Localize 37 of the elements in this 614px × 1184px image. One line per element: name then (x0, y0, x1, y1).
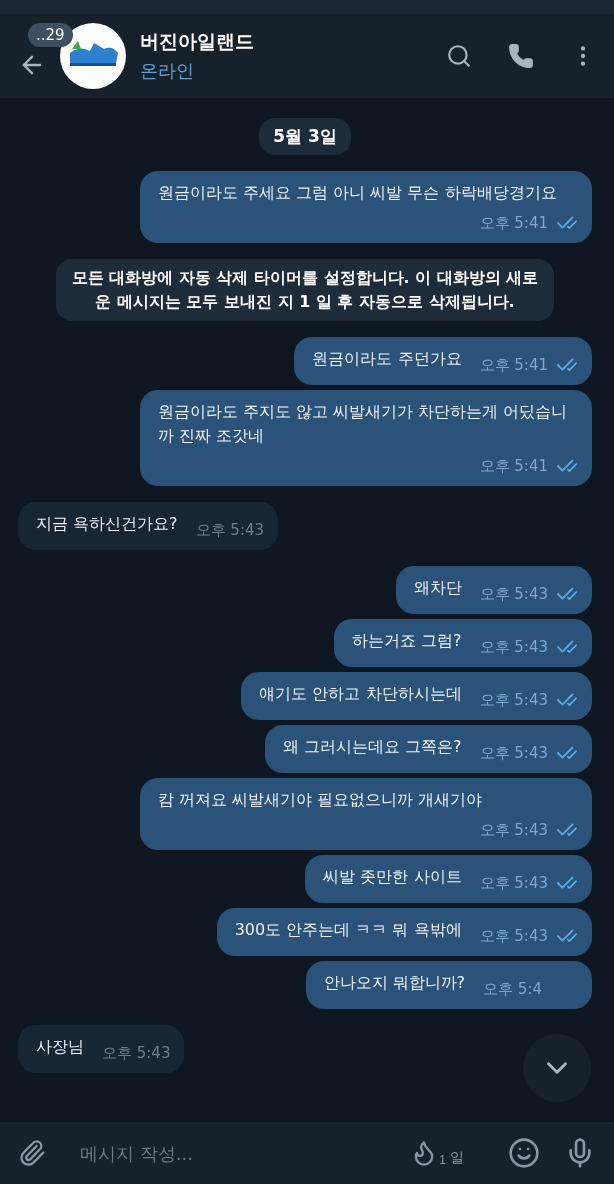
message-time: 오후 5:43 (102, 1043, 171, 1064)
message-text: 씨발 좃만한 사이트 (323, 866, 462, 888)
unread-badge: ..29 (28, 23, 73, 47)
message-text: 왜 그러시는데요 그쪽은? (282, 736, 462, 758)
chat-title: 버진아일랜드 (140, 29, 255, 54)
message-time: 오후 5:43 (479, 743, 548, 764)
message-time: 오후 5:43 (479, 873, 548, 894)
message-text: 300도 안주는데 ㅋㅋ 뭐 욕밖에 (234, 919, 462, 941)
message-time: 오후 5:4 (483, 979, 542, 1000)
message-input[interactable]: 메시지 작성... (78, 1141, 397, 1165)
self-destruct-timer-button[interactable]: 1 일 (410, 1139, 464, 1167)
message-text: 원금이라도 주던가요 (312, 348, 462, 370)
message-text: 원금이라도 주세요 그럼 아니 씨발 무슨 하락배당경기요 (158, 182, 557, 204)
message-time: 오후 5:43 (479, 690, 548, 711)
message-text: 지금 욕하신건가요? (36, 513, 178, 535)
online-status: 온라인 (140, 59, 195, 83)
emoji-icon[interactable] (508, 1137, 540, 1169)
message-time: 오후 5:41 (479, 456, 548, 477)
phone-icon[interactable] (508, 43, 534, 69)
message-text: 안나오지 뭐합니까? (323, 972, 466, 994)
attach-icon[interactable] (18, 1139, 46, 1167)
service-message: 모든 대화방에 자동 삭제 타이머를 설정합니다. 이 대화방의 새로운 메시지는 모두 보내진 지 1 일 후 자동으로 삭제됩니다. (56, 259, 554, 321)
message-time: 오후 5:43 (195, 520, 265, 541)
message-time: 오후 5:41 (479, 355, 548, 376)
date-label: 5월 3일 (259, 118, 351, 155)
message-time: 오후 5:43 (479, 584, 548, 605)
message-text: 왜차단 (413, 577, 462, 599)
message-text: 캄 꺼져요 씨발새기야 필요없으니까 개새기야 (158, 789, 483, 811)
message-time: 오후 5:43 (479, 637, 548, 658)
message-time: 오후 5:41 (479, 213, 548, 234)
search-icon[interactable] (446, 43, 472, 69)
message-time: 오후 5:43 (479, 820, 548, 841)
message-text: 하는거죠 그럼? (351, 630, 462, 652)
message-text: 원금이라도 주지도 않고 씨발새기가 차단하는게 어딨습니까 진짜 조갓네 (158, 401, 569, 447)
message-time: 오후 5:43 (479, 926, 548, 947)
message-text: 사장님 (36, 1036, 84, 1058)
message-text: 얘기도 안하고 차단하시는데 (259, 683, 462, 705)
